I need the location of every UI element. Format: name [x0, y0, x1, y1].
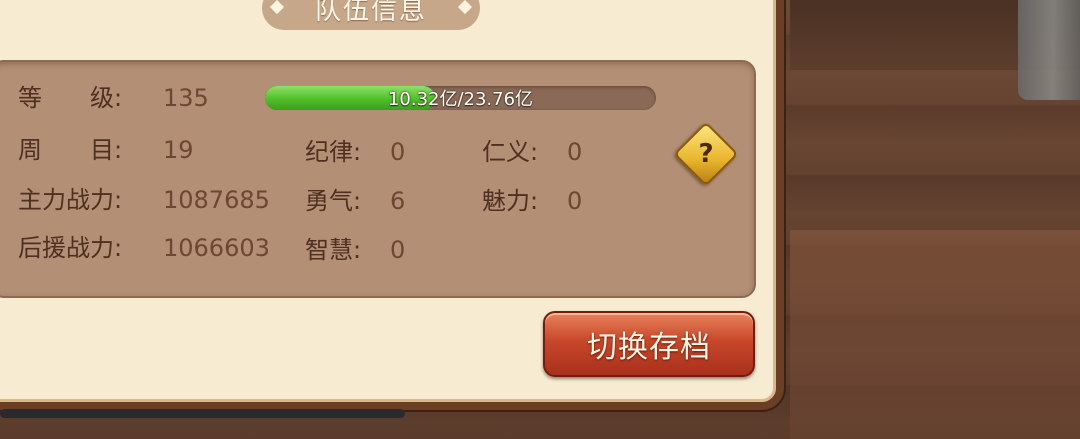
courage-label: 勇气:	[305, 187, 362, 215]
help-question-icon[interactable]: ?	[683, 131, 729, 177]
panel-title-text: 队伍信息	[314, 0, 427, 26]
horizontal-scrollbar[interactable]	[0, 409, 405, 418]
discipline-label: 纪律:	[305, 138, 362, 166]
exp-progress-bar: 10.32亿/23.76亿	[265, 86, 656, 110]
benevolence-value: 0	[567, 138, 583, 166]
main-power-value: 1087685	[163, 186, 270, 214]
cycle-label: 周 目:	[18, 136, 123, 164]
backup-power-value: 1066603	[163, 234, 270, 262]
cycle-value: 19	[163, 136, 194, 164]
charm-value: 0	[567, 187, 583, 215]
wisdom-label: 智慧:	[305, 236, 362, 264]
wisdom-value: 0	[390, 236, 406, 264]
exp-progress-text: 10.32亿/23.76亿	[387, 89, 534, 110]
level-value: 135	[163, 84, 209, 112]
panel-title: 队伍信息	[262, 0, 480, 30]
discipline-value: 0	[390, 138, 406, 166]
title-diamond-right-icon	[457, 0, 473, 15]
charm-label: 魅力:	[482, 187, 539, 215]
courage-value: 6	[390, 187, 406, 215]
backup-power-label: 后援战力:	[18, 234, 123, 262]
title-diamond-left-icon	[269, 0, 285, 15]
main-power-label: 主力战力:	[18, 186, 123, 214]
benevolence-label: 仁义:	[482, 138, 539, 166]
level-label: 等 级:	[18, 84, 123, 112]
background-pot	[1018, 0, 1080, 100]
switch-save-button[interactable]: 切换存档	[543, 311, 755, 377]
background-floor	[790, 230, 1080, 439]
